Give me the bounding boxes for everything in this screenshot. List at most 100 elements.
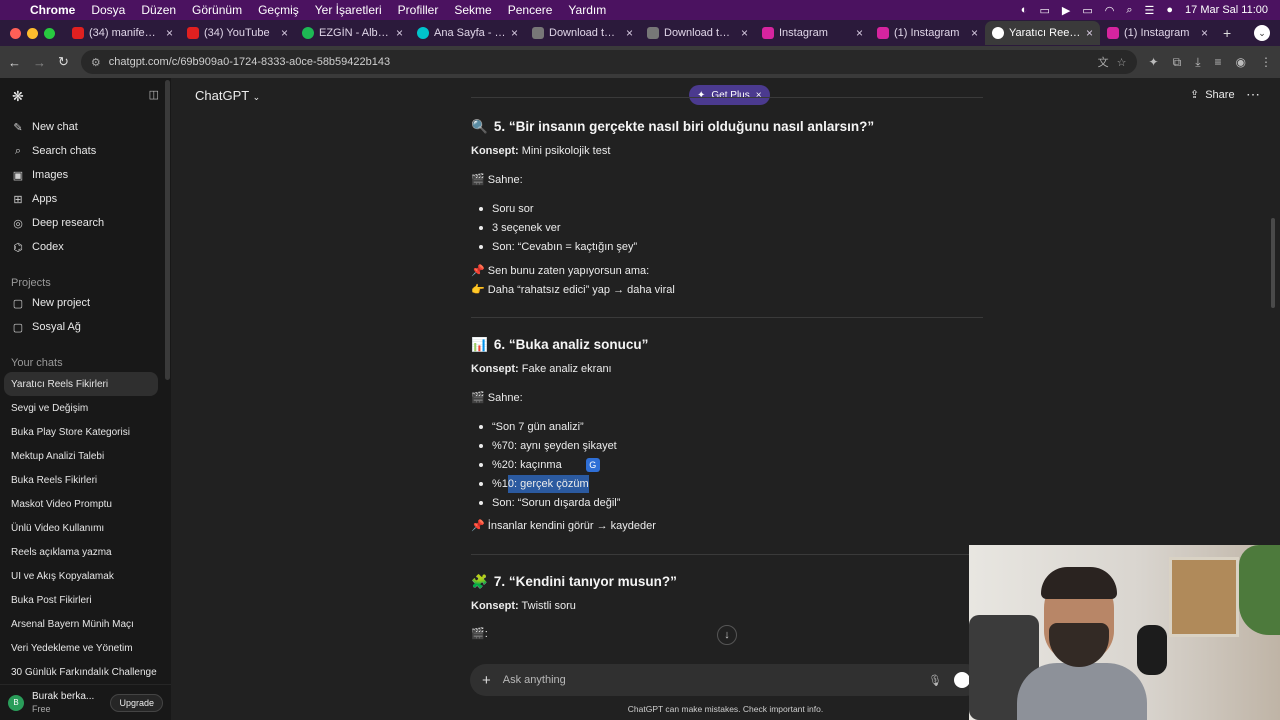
close-tab-icon[interactable]: × xyxy=(1201,26,1208,40)
chat-item[interactable]: Reels açıklama yazma xyxy=(0,540,171,564)
control-center-icon[interactable]: ☰ xyxy=(1145,4,1155,17)
share-button[interactable]: ⇪ Share xyxy=(1190,88,1235,102)
download-icon[interactable]: ⤓ xyxy=(1195,55,1200,70)
sidebar-item-new-chat[interactable]: ✎ New chat xyxy=(0,115,171,139)
close-tab-icon[interactable]: × xyxy=(856,26,863,40)
sidebar-item-sosyal-ag[interactable]: ▢ Sosyal Ağ xyxy=(0,315,171,339)
back-icon[interactable]: ← xyxy=(8,55,21,70)
google-translate-icon[interactable]: G xyxy=(585,457,600,472)
status-app-icon[interactable]: ◐ xyxy=(1021,4,1028,16)
url-text[interactable]: chatgpt.com/c/69b909a0-1724-8333-a0ce-58… xyxy=(109,56,390,68)
new-tab-icon[interactable]: + xyxy=(1223,25,1231,41)
browser-tab[interactable]: (1) Instagram × xyxy=(870,21,985,45)
browser-tab[interactable]: EZGİN - Album by × xyxy=(295,21,410,45)
microphone-icon[interactable]: 🎙 xyxy=(928,674,942,687)
puzzle-extensions-icon[interactable]: ⧉ xyxy=(1173,55,1182,70)
sidebar-item-new-project[interactable]: ▢ New project xyxy=(0,291,171,315)
menu-item-tab[interactable]: Sekme xyxy=(454,3,491,17)
translate-icon[interactable]: 文 xyxy=(1098,54,1109,70)
chatgpt-logo-icon[interactable]: ❋ xyxy=(12,88,24,105)
plus-icon[interactable]: + xyxy=(482,672,491,689)
sidebar-item-deep-research[interactable]: ◎ Deep research xyxy=(0,211,171,235)
toggle-sidebar-icon[interactable]: ◫ xyxy=(149,88,159,105)
forward-icon[interactable]: → xyxy=(33,55,46,70)
sidebar-item-codex[interactable]: ⌬ Codex xyxy=(0,235,171,259)
browser-tab[interactable]: (34) YouTube × xyxy=(180,21,295,45)
close-tab-icon[interactable]: × xyxy=(396,26,403,40)
zoom-window-button[interactable] xyxy=(44,27,55,39)
browser-tab[interactable]: Download this aw × xyxy=(640,21,755,45)
get-plus-button[interactable]: ✦ Get Plus × xyxy=(689,85,770,105)
menu-item-bookmarks[interactable]: Yer İşaretleri xyxy=(315,3,382,17)
tab-list-chevron-icon[interactable]: ⌄ xyxy=(1254,25,1270,41)
chat-item[interactable]: Ünlü Video Kullanımı xyxy=(0,516,171,540)
more-menu-icon[interactable]: ⋮ xyxy=(1260,55,1272,70)
composer[interactable]: + Ask anything 🎙 xyxy=(470,664,982,696)
sidebar-item-apps[interactable]: ⊞ Apps xyxy=(0,187,171,211)
site-info-icon[interactable]: ⚙ xyxy=(91,56,101,69)
chat-item-active[interactable]: Yaratıcı Reels Fikirleri xyxy=(4,372,158,396)
sidebar-item-images[interactable]: ▣ Images xyxy=(0,163,171,187)
menu-item-edit[interactable]: Düzen xyxy=(141,3,176,17)
chat-item[interactable]: Maskot Video Promptu xyxy=(0,492,171,516)
more-options-icon[interactable]: ⋯ xyxy=(1246,86,1260,103)
voice-mode-icon[interactable] xyxy=(954,672,970,688)
close-icon[interactable]: × xyxy=(756,90,762,101)
upgrade-button[interactable]: Upgrade xyxy=(110,693,163,712)
selected-text[interactable]: 0: gerçek çözüm xyxy=(507,474,589,493)
menu-item-profiles[interactable]: Profiller xyxy=(398,3,439,17)
avatar[interactable]: B xyxy=(8,694,24,711)
model-selector[interactable]: ChatGPT ⌄ xyxy=(195,88,260,103)
close-tab-icon[interactable]: × xyxy=(511,26,518,40)
reload-icon[interactable]: ↻ xyxy=(58,54,69,70)
sidebar-scrollbar[interactable] xyxy=(165,80,170,380)
chat-item[interactable]: Sevgi ve Değişim xyxy=(0,396,171,420)
sidebar-item-search-chats[interactable]: ⌕ Search chats xyxy=(0,139,171,163)
close-tab-icon[interactable]: × xyxy=(1086,26,1093,40)
clock[interactable]: 17 Mar Sal 11:00 xyxy=(1185,4,1268,16)
browser-tab[interactable]: (34) manifest - R × xyxy=(65,21,180,45)
bookmark-star-icon[interactable]: ☆ xyxy=(1117,56,1127,69)
close-tab-icon[interactable]: × xyxy=(971,26,978,40)
main-scrollbar[interactable] xyxy=(1271,218,1275,308)
profile-icon[interactable]: ◉ xyxy=(1236,55,1246,70)
browser-tab[interactable]: Download this aw × xyxy=(525,21,640,45)
chat-item[interactable]: Buka Post Fikirleri xyxy=(0,588,171,612)
menu-item-view[interactable]: Görünüm xyxy=(192,3,242,17)
scroll-to-bottom-button[interactable]: ↓ xyxy=(717,625,737,645)
browser-tab[interactable]: (1) Instagram × xyxy=(1100,21,1215,45)
menu-app-name[interactable]: Chrome xyxy=(30,3,75,17)
menu-item-history[interactable]: Geçmiş xyxy=(258,3,299,17)
chat-item[interactable]: Arsenal Bayern Münih Maçı xyxy=(0,612,171,636)
chat-item[interactable]: Buka Play Store Kategorisi xyxy=(0,420,171,444)
browser-tab-active[interactable]: Yaratıcı Reels Fik × xyxy=(985,21,1100,45)
prompt-input[interactable]: Ask anything xyxy=(503,674,916,686)
wifi-icon[interactable]: ◠ xyxy=(1105,4,1115,17)
battery-icon[interactable]: ▭ xyxy=(1082,4,1092,17)
siri-icon[interactable]: ● xyxy=(1166,4,1173,16)
reading-list-icon[interactable]: ≡ xyxy=(1215,55,1222,70)
close-tab-icon[interactable]: × xyxy=(281,26,288,40)
chat-item[interactable]: Mektup Analizi Talebi xyxy=(0,444,171,468)
chat-item[interactable]: Veri Yedekleme ve Yönetim xyxy=(0,636,171,660)
menu-item-window[interactable]: Pencere xyxy=(508,3,553,17)
user-profile-row[interactable]: B Burak berka... Free Upgrade xyxy=(0,684,171,720)
browser-tab[interactable]: Ana Sayfa - Canv × xyxy=(410,21,525,45)
user-info[interactable]: Burak berka... Free xyxy=(32,691,102,715)
chat-item[interactable]: 30 Günlük Farkındalık Challenge xyxy=(0,660,171,684)
address-bar[interactable]: ⚙ chatgpt.com/c/69b909a0-1724-8333-a0ce-… xyxy=(80,50,1137,74)
menu-item-file[interactable]: Dosya xyxy=(91,3,125,17)
spotlight-search-icon[interactable]: ⌕ xyxy=(1126,4,1132,17)
minimize-window-button[interactable] xyxy=(27,27,38,39)
close-window-button[interactable] xyxy=(10,27,21,39)
extension-icon[interactable]: ✦ xyxy=(1149,55,1159,70)
close-tab-icon[interactable]: × xyxy=(166,26,173,40)
menu-item-help[interactable]: Yardım xyxy=(568,3,606,17)
close-tab-icon[interactable]: × xyxy=(741,26,748,40)
screen-share-icon[interactable]: ▭ xyxy=(1039,4,1049,17)
play-icon[interactable]: ▶ xyxy=(1062,4,1070,17)
browser-tab[interactable]: Instagram × xyxy=(755,21,870,45)
close-tab-icon[interactable]: × xyxy=(626,26,633,40)
chat-item[interactable]: Buka Reels Fikirleri xyxy=(0,468,171,492)
chat-item[interactable]: UI ve Akış Kopyalamak xyxy=(0,564,171,588)
